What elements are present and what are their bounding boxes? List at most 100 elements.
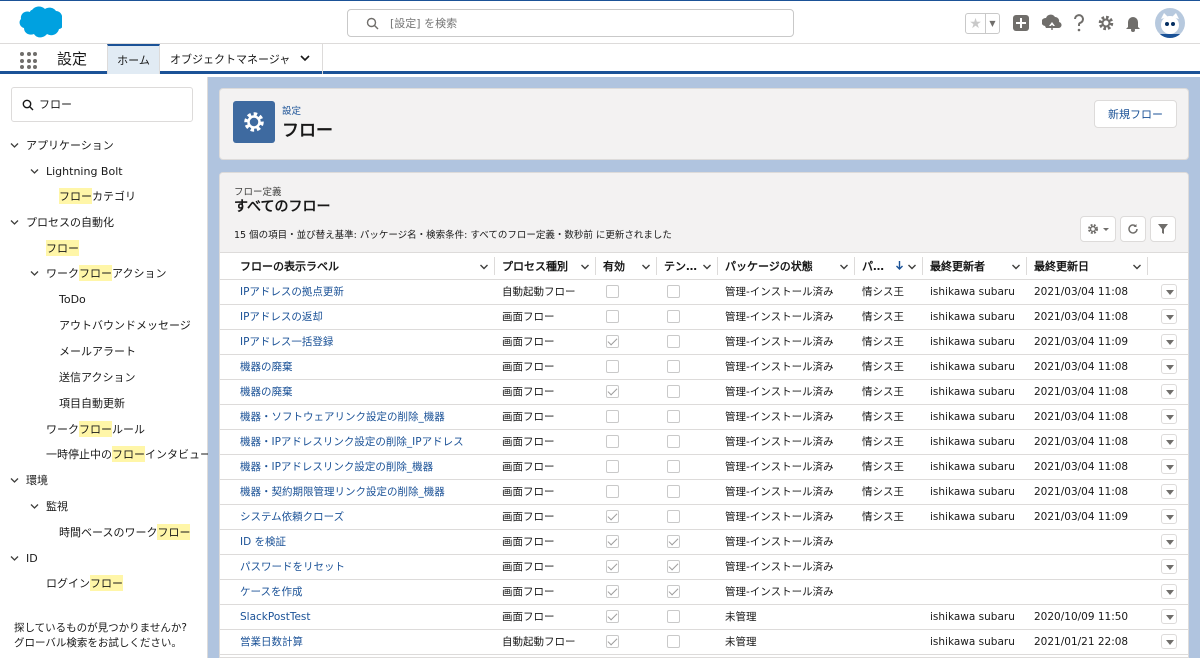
row-action-menu-button[interactable] (1161, 609, 1177, 624)
flow-label-link[interactable]: 機器・契約期限管理リンク設定の削除_機器 (220, 479, 495, 505)
bell-icon[interactable] (1123, 13, 1143, 33)
sidebar-tree-item[interactable]: フロー カテゴリ (59, 187, 136, 205)
row-action-menu-button[interactable] (1161, 534, 1177, 549)
chevron-down-icon[interactable] (10, 141, 19, 150)
sidebar-tree-item[interactable]: アウトバウンドメッセージ (59, 316, 191, 334)
column-header-process-type[interactable]: プロセス種別 (495, 253, 596, 280)
row-action-menu-button[interactable] (1161, 384, 1177, 399)
sidebar-tree-item[interactable]: ログイン フロー (46, 574, 123, 592)
sidebar-tree-item[interactable]: 送信アクション (59, 368, 135, 386)
chevron-down-icon[interactable] (479, 262, 489, 272)
flow-label-link[interactable]: 機器の廃棄 (220, 354, 495, 380)
search-icon (22, 99, 34, 111)
flow-label-link[interactable]: 機器・IPアドレスリンク設定の削除_IPアドレス (220, 429, 495, 455)
flow-label-link[interactable]: ケースを作成 (220, 579, 495, 605)
chevron-down-icon[interactable] (10, 218, 19, 227)
tab-object-manager[interactable]: オブジェクトマネージャ (160, 44, 323, 74)
list-view-name[interactable]: すべてのフロー (234, 196, 330, 216)
flow-label-link[interactable]: システム依頼クローズ (220, 504, 495, 530)
row-action-menu-button[interactable] (1161, 284, 1177, 299)
chevron-down-icon[interactable] (10, 476, 19, 485)
row-actions-cell (1148, 379, 1188, 405)
quick-find[interactable] (11, 87, 193, 122)
refresh-button[interactable] (1120, 216, 1146, 242)
flow-label-link[interactable]: IPアドレスの返却 (220, 304, 495, 330)
flow-label-link[interactable]: 営業日数計算 (220, 629, 495, 655)
quick-find-input[interactable] (39, 97, 189, 110)
flow-label-link[interactable]: SlackPostTest (220, 604, 495, 630)
chevron-down-icon[interactable] (30, 269, 39, 278)
column-header-label[interactable]: フローの表示ラベル (220, 253, 495, 280)
chevron-down-icon[interactable] (30, 502, 39, 511)
sidebar-tree-item[interactable]: フロー (46, 239, 79, 257)
sidebar-tree-item[interactable]: 時間ベースのワーク フロー (59, 523, 191, 541)
column-header-active[interactable]: 有効 (596, 253, 657, 280)
row-action-menu-button[interactable] (1161, 409, 1177, 424)
sidebar-tree-item[interactable]: アプリケーション (10, 136, 114, 154)
row-action-menu-button[interactable] (1161, 634, 1177, 649)
sidebar-tree-item[interactable]: ID (10, 549, 38, 567)
sidebar-tree-item[interactable]: プロセスの自動化 (10, 213, 114, 231)
global-search-input[interactable] (390, 14, 770, 32)
row-actions-cell (1148, 329, 1188, 355)
column-header-package[interactable]: パ… (855, 253, 923, 280)
favorites-control[interactable]: ★ ▼ (965, 13, 1000, 34)
sidebar-tree-item[interactable]: 項目自動更新 (59, 394, 125, 412)
row-action-menu-button[interactable] (1161, 434, 1177, 449)
chevron-down-icon[interactable] (10, 554, 19, 563)
column-header-last-modified-date[interactable]: 最終更新日 (1027, 253, 1148, 280)
breadcrumb[interactable]: 設定 (282, 103, 301, 117)
chevron-down-icon[interactable] (641, 262, 651, 272)
chevron-down-icon[interactable] (1132, 262, 1142, 272)
sidebar-tree-item[interactable]: ToDo (59, 290, 86, 308)
row-action-menu-button[interactable] (1161, 484, 1177, 499)
sidebar-tree-item[interactable]: 一時停止中の フロー インタビュー (46, 445, 211, 463)
sidebar-tree-item[interactable]: メールアラート (59, 342, 136, 360)
flow-label-link[interactable]: IPアドレスの拠点更新 (220, 279, 495, 305)
app-launcher-icon[interactable] (20, 52, 37, 69)
chevron-down-icon[interactable] (839, 262, 849, 272)
chevron-down-icon[interactable] (702, 262, 712, 272)
new-flow-button[interactable]: 新規フロー (1094, 100, 1177, 128)
chevron-down-icon[interactable]: ▼ (986, 14, 999, 33)
flow-label-link[interactable]: IPアドレス一括登録 (220, 329, 495, 355)
row-action-menu-button[interactable] (1161, 359, 1177, 374)
sidebar-tree-item[interactable]: ワーク フロー アクション (30, 264, 166, 282)
column-header-last-modified-by[interactable]: 最終更新者 (923, 253, 1027, 280)
chevron-down-icon[interactable] (907, 262, 917, 272)
chevron-down-icon[interactable] (1011, 262, 1021, 272)
flow-label-link[interactable]: 機器の廃棄 (220, 379, 495, 405)
flow-label-link[interactable]: 機器・IPアドレスリンク設定の削除_機器 (220, 454, 495, 480)
flow-label-link[interactable]: 機器・ソフトウェアリンク設定の削除_機器 (220, 404, 495, 430)
trailhead-icon[interactable] (1042, 13, 1062, 33)
column-header-template[interactable]: テン… (657, 253, 718, 280)
sidebar-tree-item[interactable]: Lightning Bolt (30, 162, 123, 180)
salesforce-cloud-logo[interactable] (12, 6, 64, 39)
chevron-down-icon[interactable] (580, 262, 590, 272)
row-action-menu-button[interactable] (1161, 309, 1177, 324)
avatar[interactable] (1155, 8, 1185, 38)
global-search[interactable] (347, 9, 794, 37)
row-action-menu-button[interactable] (1161, 559, 1177, 574)
chevron-down-icon[interactable] (299, 52, 311, 64)
list-settings-button[interactable] (1080, 216, 1116, 242)
sidebar-tree-item[interactable]: ワーク フロー ルール (46, 420, 145, 438)
add-icon[interactable] (1011, 13, 1031, 33)
column-header-package-state[interactable]: パッケージの状態 (718, 253, 855, 280)
row-action-menu-button[interactable] (1161, 334, 1177, 349)
tab-home[interactable]: ホーム (107, 44, 160, 74)
sidebar-tree-item[interactable]: 監視 (30, 497, 68, 515)
flow-label-link[interactable]: ID を検証 (220, 529, 495, 555)
help-icon[interactable] (1069, 13, 1089, 33)
flow-label-link[interactable]: パスワードをリセット (220, 554, 495, 580)
filter-button[interactable] (1150, 216, 1176, 242)
row-action-menu-button[interactable] (1161, 509, 1177, 524)
row-action-menu-button[interactable] (1161, 459, 1177, 474)
star-icon[interactable]: ★ (966, 14, 986, 33)
gear-icon[interactable] (1096, 13, 1116, 33)
package-state-cell: 管理-インストール済み (718, 454, 855, 480)
chevron-down-icon[interactable] (30, 167, 39, 176)
tree-label-part: インタビュー (145, 448, 211, 461)
row-action-menu-button[interactable] (1161, 584, 1177, 599)
sidebar-tree-item[interactable]: 環境 (10, 471, 48, 489)
